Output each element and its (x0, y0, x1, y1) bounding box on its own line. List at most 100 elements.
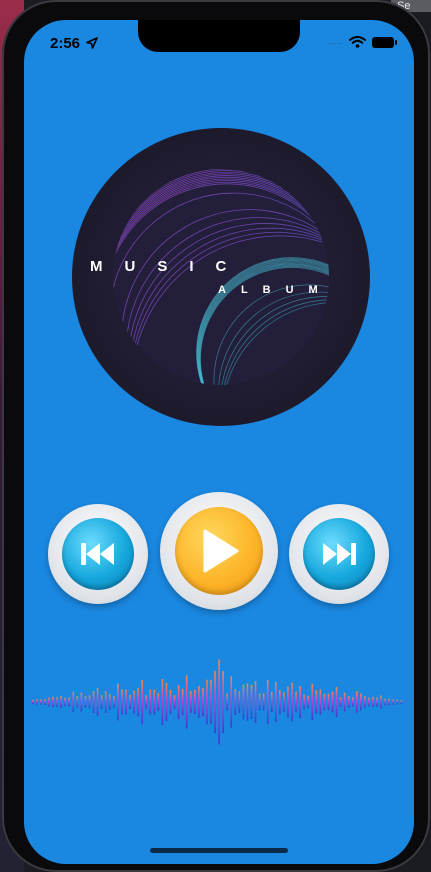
waveform-bar (283, 692, 285, 712)
album-title-music: MUSIC (90, 258, 249, 275)
next-button[interactable] (289, 504, 389, 604)
waveform-bar (165, 683, 168, 721)
waveform-bar (84, 696, 87, 708)
waveform-bar (32, 700, 34, 704)
play-button[interactable] (160, 492, 278, 610)
skip-back-icon (81, 543, 114, 565)
waveform-bar (145, 695, 147, 709)
waveform-bar (275, 681, 277, 723)
waveform-bar (133, 690, 135, 714)
waveform-bar (291, 682, 293, 722)
waveform-bar (270, 691, 273, 713)
skip-forward-icon (323, 543, 356, 565)
waveform-bar (117, 683, 119, 721)
waveform-bar (185, 675, 188, 729)
waveform-bar (295, 691, 297, 713)
waveform-bar (396, 699, 399, 705)
waveform-bar (161, 678, 164, 726)
waveform-bar (331, 691, 334, 713)
app-screen: 2:56 ..... MUSIC ALBUM (24, 20, 414, 864)
cellular-icon: ..... (328, 38, 343, 46)
waveform-bar (202, 687, 204, 717)
waveform-bar (194, 689, 196, 715)
waveform-bar (44, 699, 46, 705)
waveform-bar (266, 679, 269, 725)
album-title-album: ALBUM (218, 284, 333, 296)
waveform-bar (169, 690, 172, 714)
waveform-bar (113, 696, 115, 708)
next-button-face (303, 518, 375, 590)
waveform-bar (198, 686, 200, 718)
waveform-bar (72, 691, 75, 713)
waveform-bar (137, 687, 139, 717)
waveform-bar (368, 697, 370, 707)
waveform-bar (360, 693, 362, 711)
waveform-bar (356, 691, 358, 713)
waveform-bar (68, 697, 71, 707)
waveform-bar (319, 689, 322, 715)
waveform-bar (149, 689, 152, 715)
waveform-bar (173, 695, 176, 709)
waveform-bar (388, 698, 390, 706)
waveform-bar (351, 697, 354, 707)
waveform-bar (376, 697, 378, 707)
waveform-bar (343, 692, 346, 712)
waveform-bar (214, 671, 216, 733)
waveform-bar (315, 690, 318, 714)
waveform-bar (230, 676, 233, 728)
waveform-bar (372, 696, 374, 708)
waveform-bar (347, 696, 350, 708)
waveform-bar (210, 679, 212, 725)
waveform-bar (238, 691, 241, 713)
waveform-bar (76, 696, 79, 708)
album-art: MUSIC ALBUM (72, 128, 370, 426)
audio-waveform (32, 659, 403, 745)
waveform-bar (100, 695, 103, 709)
play-icon (203, 529, 239, 573)
waveform-bar (323, 693, 326, 711)
waveform-bar (384, 698, 386, 706)
waveform-bar (311, 683, 314, 721)
waveform-bar (279, 690, 281, 714)
waveform-bar (400, 700, 403, 704)
waveform-bar (60, 695, 62, 709)
waveform-bar (380, 695, 382, 709)
status-time: 2:56 (50, 35, 99, 52)
waveform-bar (121, 689, 123, 715)
waveform-bar (222, 671, 224, 733)
waveform-bar (40, 699, 42, 705)
wifi-icon (349, 36, 366, 48)
waveform-bar (327, 693, 330, 711)
waveform-bar (299, 686, 301, 718)
waveform-bar (141, 679, 143, 725)
waveform-bar (339, 697, 342, 707)
waveform-bar (48, 697, 50, 707)
waveform-bar (104, 691, 107, 713)
album-art-graphic (113, 169, 329, 385)
notch (138, 20, 300, 52)
waveform-bar (181, 688, 184, 716)
waveform-bar (218, 659, 220, 745)
waveform-bar (250, 684, 253, 720)
waveform-bar (262, 693, 265, 711)
waveform-bar (189, 691, 192, 713)
waveform-bar (80, 692, 83, 712)
home-indicator (150, 848, 288, 853)
waveform-bar (36, 699, 38, 705)
location-arrow-icon (86, 37, 99, 49)
waveform-bar (125, 689, 127, 715)
waveform-bar (335, 687, 338, 717)
waveform-bar (392, 699, 395, 705)
status-icons: ..... (328, 36, 397, 48)
waveform-bar (307, 695, 309, 709)
waveform-bar (258, 693, 261, 711)
waveform-bar (246, 683, 249, 721)
previous-button[interactable] (48, 504, 148, 604)
waveform-bar (226, 693, 228, 711)
battery-icon (372, 36, 397, 48)
waveform-bar (157, 693, 160, 711)
waveform-bar (153, 689, 156, 715)
waveform-bar (303, 694, 305, 710)
phone-frame: 2:56 ..... MUSIC ALBUM (2, 0, 430, 872)
waveform-bar (206, 679, 208, 725)
